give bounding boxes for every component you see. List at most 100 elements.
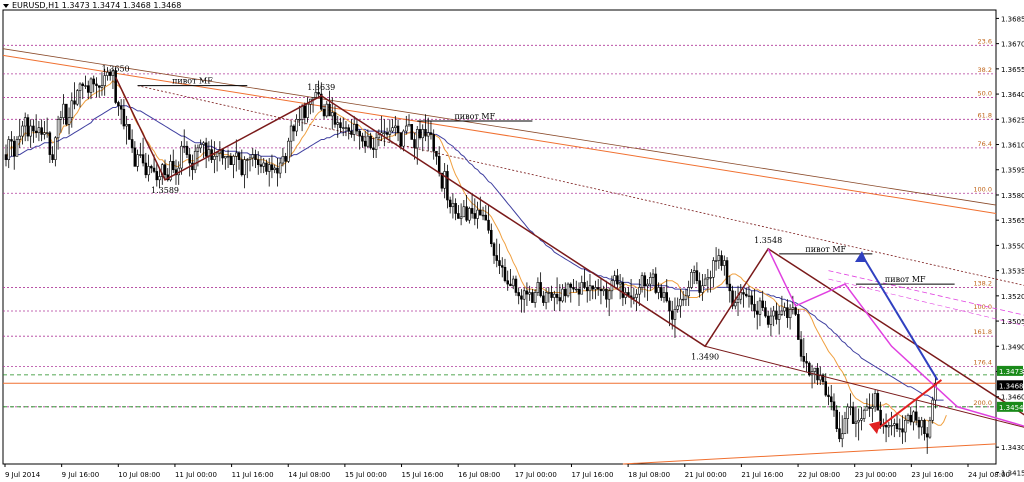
candle-body [328, 103, 331, 117]
candle-body [180, 145, 183, 169]
candle-body [352, 124, 356, 135]
candle-body [92, 78, 95, 85]
candle-body [254, 154, 257, 160]
price-tick-label: 1.3655 [1001, 66, 1024, 74]
candle-body [196, 147, 200, 152]
price-badge-label: 1.3454 [999, 404, 1024, 412]
candle-body [103, 75, 106, 86]
candle-body [86, 85, 90, 93]
candle-body [193, 150, 197, 171]
price-tick-label: 1.3550 [1001, 242, 1024, 250]
candle-body [303, 105, 307, 118]
candle-body [862, 409, 866, 419]
candle-body [383, 132, 386, 134]
candle-body [723, 260, 726, 266]
candle-body [511, 278, 515, 287]
candle-body [824, 381, 828, 396]
candle-body [668, 300, 671, 312]
candle-body [670, 310, 674, 320]
candle-body [150, 166, 153, 169]
candle-body [495, 255, 499, 261]
candle-body [909, 414, 913, 423]
candle-body [673, 309, 677, 320]
candle-body [805, 361, 808, 364]
candle-body [114, 70, 117, 103]
candle-body [292, 125, 296, 132]
candle-body [139, 154, 142, 156]
candle-body [43, 132, 46, 135]
candle-body [215, 152, 219, 157]
candle-body [251, 154, 255, 159]
fib-level-label: 161.8 [973, 328, 992, 336]
candle-body [84, 85, 87, 87]
candle-body [259, 164, 263, 167]
candle-body [289, 125, 293, 142]
candle-body [226, 155, 230, 158]
candle-body [188, 154, 191, 164]
candle-body [561, 288, 564, 302]
candle-body [520, 295, 523, 300]
candle-body [747, 295, 751, 297]
candle-body [284, 155, 287, 162]
candle-body [133, 147, 137, 167]
candle-body [594, 287, 597, 290]
candle-body [407, 124, 411, 127]
candle-body [339, 122, 342, 129]
candle-body [325, 103, 329, 117]
candle-body [846, 406, 849, 419]
candle-body [616, 275, 619, 285]
candle-body [333, 112, 337, 125]
candle-body [418, 129, 422, 139]
time-tick-label: 24 Jul 08:00 [968, 471, 1010, 479]
candle-body [457, 213, 460, 219]
candle-body [591, 285, 594, 290]
candle-body [901, 428, 904, 433]
candle-body [454, 203, 457, 214]
candle-body [744, 293, 748, 297]
candle-body [95, 83, 98, 86]
candle-body [583, 282, 586, 288]
candle-body [136, 154, 139, 167]
candle-body [923, 419, 926, 435]
price-badge-label: 1.3468 [999, 382, 1024, 390]
candle-body [484, 214, 488, 221]
fib-level-label: 138.2 [973, 279, 992, 287]
candle-body [761, 300, 764, 308]
candle-body [750, 295, 753, 305]
pivot-mf-label: пивот MF [885, 275, 926, 284]
price-chart[interactable]: 23.638.250.061.876.4100.0138.2100.0161.8… [0, 0, 1024, 482]
candle-body [65, 103, 68, 125]
candle-body [240, 159, 244, 176]
candle-body [506, 280, 509, 285]
candle-body [890, 425, 893, 427]
candle-body [638, 287, 641, 295]
candle-body [363, 140, 367, 147]
candle-body [843, 418, 847, 435]
candle-body [662, 292, 666, 298]
candle-body [676, 305, 679, 310]
candle-body [125, 124, 128, 127]
candle-body [336, 122, 340, 125]
candle-body [273, 167, 276, 171]
candle-body [426, 132, 430, 137]
candle-body [640, 275, 644, 288]
candle-body [473, 213, 477, 219]
price-tick-label: 1.3610 [1001, 142, 1024, 150]
candle-body [479, 209, 482, 216]
candle-body [706, 277, 710, 280]
candle-body [163, 164, 167, 176]
candle-body [734, 302, 737, 307]
candle-body [799, 339, 803, 357]
candle-body [873, 393, 877, 408]
candle-body [588, 285, 592, 292]
candle-body [914, 411, 918, 421]
candle-body [405, 125, 408, 132]
candle-body [117, 102, 120, 107]
candle-body [531, 292, 534, 303]
chart-container[interactable]: EURUSD,H1 1.3473 1.3474 1.3468 1.3468 23… [0, 0, 1024, 482]
candle-body [267, 164, 271, 172]
candle-body [651, 273, 655, 278]
candle-body [361, 135, 364, 142]
candle-body [517, 292, 520, 297]
candle-body [566, 283, 570, 297]
